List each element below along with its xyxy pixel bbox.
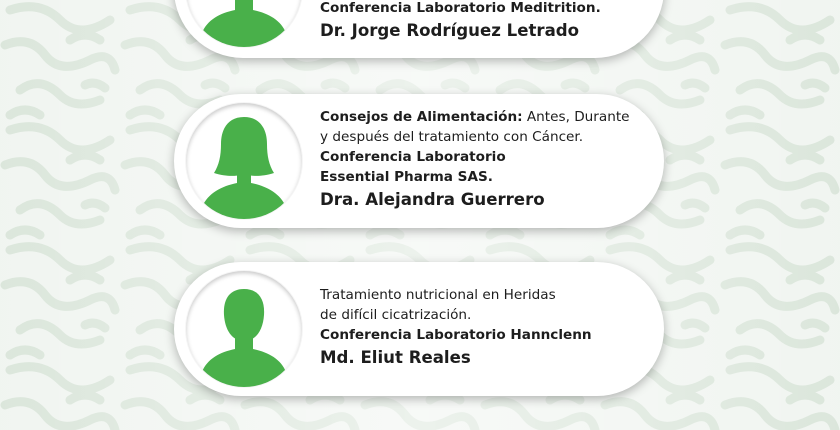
speaker-name: Dr. Jorge Rodríguez Letrado bbox=[320, 21, 580, 40]
topic-line-2: y después del tratamiento con Cáncer. bbox=[320, 129, 584, 145]
speaker-card-2: Consejos de Alimentación: Antes, Durante… bbox=[174, 94, 664, 228]
topic-rest: Antes, Durante bbox=[522, 109, 630, 125]
topic-title: Consejos de Alimentación: bbox=[320, 109, 523, 125]
speaker-info: Tratamiento nutricional en Heridas de di… bbox=[320, 285, 646, 370]
speaker-info: Conferencia Laboratorio Meditrition. Dr.… bbox=[320, 0, 646, 43]
lab-line-2: Essential Pharma SAS. bbox=[320, 169, 493, 185]
male-silhouette-icon bbox=[202, 0, 286, 47]
speaker-card-1: Conferencia Laboratorio Meditrition. Dr.… bbox=[174, 0, 664, 58]
topic-line: Consejos de Alimentación: Antes, Durante bbox=[320, 107, 646, 127]
speaker-name: Dra. Alejandra Guerrero bbox=[320, 190, 545, 209]
avatar bbox=[186, 271, 302, 387]
male-silhouette-icon bbox=[202, 289, 286, 387]
topic-line-2: de difícil cicatrización. bbox=[320, 307, 472, 323]
topic-line: Tratamiento nutricional en Heridas bbox=[320, 287, 556, 303]
lab-line: Conferencia Laboratorio Hannclenn bbox=[320, 327, 592, 343]
avatar bbox=[186, 0, 302, 47]
speaker-info: Consejos de Alimentación: Antes, Durante… bbox=[320, 107, 646, 212]
lab-line-1: Conferencia Laboratorio bbox=[320, 149, 506, 165]
female-silhouette-icon bbox=[202, 117, 286, 219]
lab-line: Conferencia Laboratorio Meditrition. bbox=[320, 0, 601, 16]
speaker-card-3: Tratamiento nutricional en Heridas de di… bbox=[174, 262, 664, 396]
speaker-name: Md. Eliut Reales bbox=[320, 348, 471, 367]
avatar bbox=[186, 103, 302, 219]
